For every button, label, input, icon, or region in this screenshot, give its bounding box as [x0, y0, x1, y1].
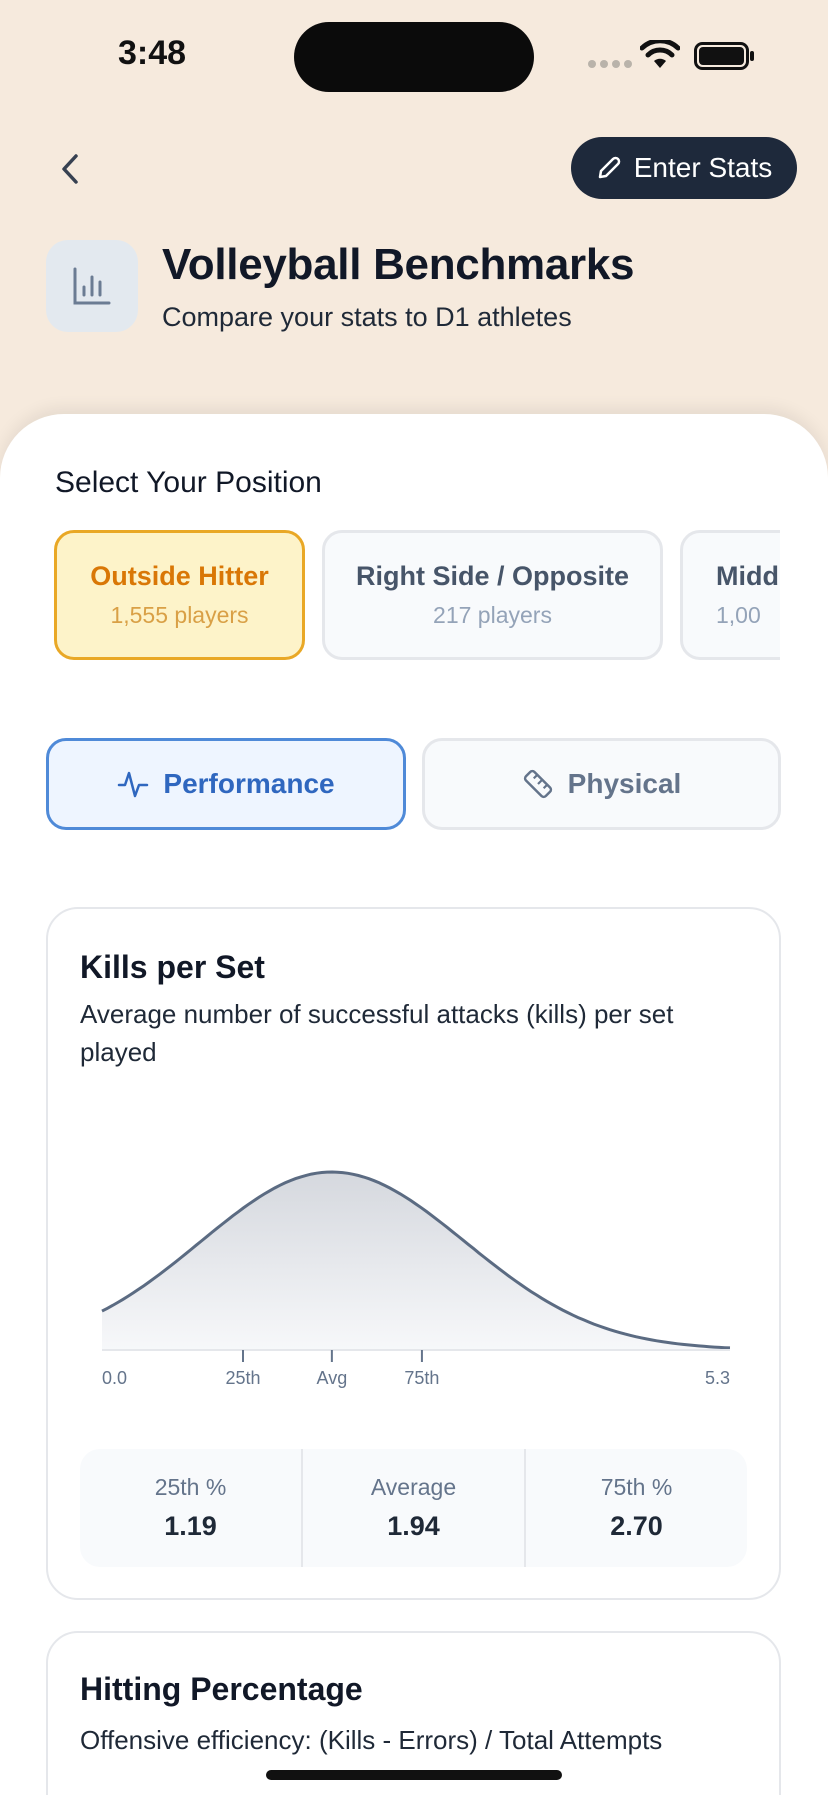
wifi-icon [640, 40, 680, 68]
enter-stats-button[interactable]: Enter Stats [571, 137, 797, 199]
percentile-stats: 25th % 1.19 Average 1.94 75th % 2.70 [80, 1449, 747, 1567]
position-name: Outside Hitter [90, 561, 269, 591]
stat-label: Average [370, 1474, 457, 1500]
position-count: 217 players [433, 602, 552, 628]
stat-25th: 25th % 1.19 [80, 1449, 301, 1567]
stat-value: 2.70 [610, 1511, 663, 1541]
stat-value: 1.94 [387, 1511, 440, 1541]
position-count: 1,00 [716, 602, 761, 628]
pencil-icon [598, 156, 620, 179]
position-count: 1,555 players [110, 602, 249, 628]
bar-chart-icon [46, 240, 138, 332]
metric-title: Kills per Set [80, 949, 265, 985]
position-name: Right Side / Opposite [355, 561, 629, 591]
activity-icon [118, 771, 149, 798]
distribution-chart: 0.0 5.3 25th Avg 75th [101, 1170, 731, 1388]
back-button[interactable] [50, 144, 90, 194]
marker-label-p75: 75th [404, 1368, 439, 1388]
physical-tab[interactable]: Physical [422, 738, 781, 830]
status-bar: 3:48 [0, 0, 828, 110]
metric-description: Average number of successful attacks (ki… [80, 999, 674, 1067]
performance-tab-label: Performance [163, 768, 335, 799]
position-card-middle-blocker[interactable]: Middl 1,00 [680, 530, 780, 660]
position-name: Middl [716, 561, 780, 591]
page-title: Volleyball Benchmarks [162, 240, 635, 289]
physical-tab-label: Physical [567, 768, 682, 799]
stat-value: 1.19 [164, 1511, 217, 1541]
stat-average: Average 1.94 [301, 1449, 524, 1567]
cellular-signal-icon [588, 60, 632, 68]
enter-stats-label: Enter Stats [633, 152, 773, 183]
chevron-left-icon [62, 154, 78, 184]
battery-icon [694, 42, 754, 70]
page-subtitle: Compare your stats to D1 athletes [162, 302, 572, 332]
stat-75th: 75th % 2.70 [524, 1449, 747, 1567]
distribution-area [102, 1172, 730, 1350]
status-time: 3:48 [118, 34, 187, 72]
ruler-icon [523, 769, 552, 799]
marker-label-p25: 25th [225, 1368, 260, 1388]
axis-max-label: 5.3 [705, 1368, 730, 1388]
performance-tab[interactable]: Performance [46, 738, 406, 830]
position-section-label: Select Your Position [55, 466, 322, 499]
dynamic-island [294, 22, 534, 92]
metric-description: Offensive efficiency: (Kills - Errors) /… [80, 1725, 663, 1755]
stat-label: 25th % [154, 1474, 227, 1500]
axis-min-label: 0.0 [102, 1368, 127, 1388]
marker-label-avg: Avg [317, 1368, 348, 1388]
position-card-outside-hitter[interactable]: Outside Hitter 1,555 players [54, 530, 305, 660]
stat-label: 75th % [600, 1474, 673, 1500]
home-indicator [266, 1770, 562, 1780]
metric-title: Hitting Percentage [80, 1671, 363, 1707]
position-card-right-side[interactable]: Right Side / Opposite 217 players [322, 530, 663, 660]
position-selector[interactable]: Outside Hitter 1,555 players Right Side … [54, 530, 780, 662]
